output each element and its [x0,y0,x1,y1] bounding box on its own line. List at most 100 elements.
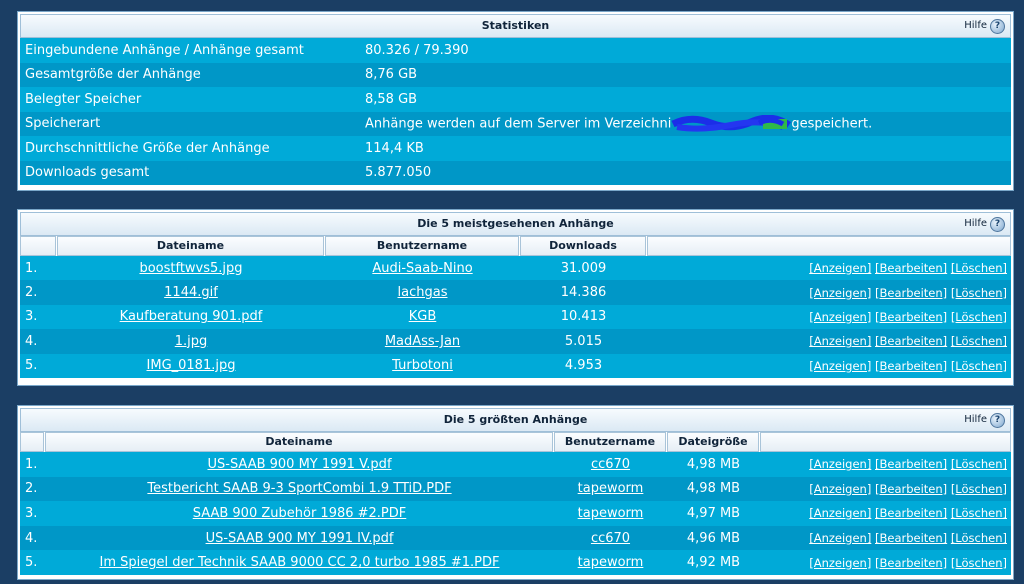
edit-link[interactable]: [Bearbeiten] [875,261,947,275]
view-link[interactable]: [Anzeigen] [809,359,871,373]
help-link[interactable]: Hilfe ? [964,409,1005,431]
username-link[interactable]: tapeworm [578,506,644,521]
filename-link[interactable]: Kaufberatung 901.pdf [120,309,263,324]
username-link[interactable]: lachgas [398,285,448,300]
username-link[interactable]: Turbotoni [392,358,453,373]
edit-link[interactable]: [Bearbeiten] [875,359,947,373]
view-link[interactable]: [Anzeigen] [809,334,871,348]
edit-link[interactable]: [Bearbeiten] [875,531,947,545]
filename-cell: Im Spiegel der Technik SAAB 9000 CC 2,0 … [45,555,554,570]
value-cell: 4,98 MB [686,456,741,472]
view-link[interactable]: [Anzeigen] [809,482,871,496]
filename-link[interactable]: SAAB 900 Zubehör 1986 #2.PDF [193,506,407,521]
column-header-filename[interactable]: Dateiname [57,236,324,256]
largest-header: Die 5 größten Anhänge Hilfe ? [20,408,1011,432]
stat-row: Eingebundene Anhänge / Anhänge gesamt 80… [20,38,1011,63]
filename-link[interactable]: 1.jpg [175,334,208,349]
view-link[interactable]: [Anzeigen] [809,506,871,520]
column-header-actions [760,432,1011,452]
help-link[interactable]: Hilfe ? [964,15,1005,37]
filename-link[interactable]: IMG_0181.jpg [147,358,236,373]
delete-link[interactable]: [Löschen] [951,506,1007,520]
column-header-downloads[interactable]: Downloads [520,236,646,256]
value-cell: 5.015 [564,333,603,349]
row-number: 3. [25,505,38,521]
filename-link[interactable]: 1144.gif [164,285,218,300]
edit-link[interactable]: [Bearbeiten] [875,457,947,471]
most-viewed-panel: Die 5 meistgesehenen Anhänge Hilfe ? Dat… [17,209,1014,386]
row-actions: [Anzeigen] [Bearbeiten] [Löschen] [760,531,1011,545]
statistics-panel: Statistiken Hilfe ? Eingebundene Anhänge… [17,11,1014,191]
stat-label: Belegter Speicher [25,91,142,107]
column-header-filesize[interactable]: Dateigröße [667,432,759,452]
username-link[interactable]: tapeworm [578,481,644,496]
value-cell: 4.953 [564,358,603,374]
filename-link[interactable]: Testbericht SAAB 9-3 SportCombi 1.9 TTiD… [147,481,451,496]
delete-link[interactable]: [Löschen] [951,286,1007,300]
username-link[interactable]: cc670 [591,531,630,546]
username-cell: Turbotoni [325,358,520,373]
username-link[interactable]: Audi-Saab-Nino [372,261,472,276]
edit-link[interactable]: [Bearbeiten] [875,334,947,348]
view-link[interactable]: [Anzeigen] [809,286,871,300]
row-number: 5. [25,555,38,571]
stat-label: Eingebundene Anhänge / Anhänge gesamt [25,42,304,58]
username-cell: tapeworm [554,506,667,521]
delete-link[interactable]: [Löschen] [951,482,1007,496]
delete-link[interactable]: [Löschen] [951,310,1007,324]
largest-panel: Die 5 größten Anhänge Hilfe ? Dateiname … [17,405,1014,580]
view-link[interactable]: [Anzeigen] [809,531,871,545]
row-actions: [Anzeigen] [Bearbeiten] [Löschen] [760,556,1011,570]
value-cell: 10.413 [560,309,607,325]
row-number: 1. [25,260,38,276]
column-header-filename[interactable]: Dateiname [45,432,553,452]
filename-cell: Kaufberatung 901.pdf [57,309,325,324]
stat-value: 114,4 KB [365,140,424,156]
delete-link[interactable]: [Löschen] [951,261,1007,275]
delete-link[interactable]: [Löschen] [951,556,1007,570]
column-header-username[interactable]: Benutzername [325,236,519,256]
edit-link[interactable]: [Bearbeiten] [875,286,947,300]
filename-link[interactable]: US-SAAB 900 MY 1991 IV.pdf [206,531,394,546]
column-header-username[interactable]: Benutzername [554,432,666,452]
most-viewed-header: Die 5 meistgesehenen Anhänge Hilfe ? [20,212,1011,236]
filename-link[interactable]: boostftwvs5.jpg [139,261,242,276]
table-row: 4. 1.jpg MadAss-Jan 5.015 [Anzeigen] [Bearbe… [20,329,1011,354]
delete-link[interactable]: [Löschen] [951,359,1007,373]
row-number: 2. [25,285,38,301]
username-link[interactable]: MadAss-Jan [385,334,460,349]
row-number: 2. [25,481,38,497]
view-link[interactable]: [Anzeigen] [809,261,871,275]
table-row: 1. US-SAAB 900 MY 1991 V.pdf cc670 4,98 MB [… [20,452,1011,477]
column-header-index [20,236,56,256]
question-mark-icon: ? [990,412,1005,428]
username-link[interactable]: tapeworm [578,555,644,570]
row-number: 3. [25,309,38,325]
row-actions: [Anzeigen] [Bearbeiten] [Löschen] [760,457,1011,471]
username-link[interactable]: KGB [409,309,437,324]
table-row: 3. Kaufberatung 901.pdf KGB 10.413 [Anzeigen… [20,304,1011,330]
filename-link[interactable]: Im Spiegel der Technik SAAB 9000 CC 2,0 … [100,555,500,570]
delete-link[interactable]: [Löschen] [951,531,1007,545]
row-number: 4. [25,530,38,546]
filename-cell: SAAB 900 Zubehör 1986 #2.PDF [45,506,554,521]
row-number: 5. [25,358,38,374]
edit-link[interactable]: [Bearbeiten] [875,310,947,324]
username-link[interactable]: cc670 [591,457,630,472]
question-mark-icon: ? [990,18,1005,34]
view-link[interactable]: [Anzeigen] [809,310,871,324]
row-actions: [Anzeigen] [Bearbeiten] [Löschen] [760,506,1011,520]
edit-link[interactable]: [Bearbeiten] [875,506,947,520]
view-link[interactable]: [Anzeigen] [809,556,871,570]
redaction-scribble [671,114,792,132]
filename-cell: IMG_0181.jpg [57,358,325,373]
column-header-row: Dateiname Benutzername Downloads [20,236,1011,256]
view-link[interactable]: [Anzeigen] [809,457,871,471]
edit-link[interactable]: [Bearbeiten] [875,482,947,496]
username-cell: KGB [325,309,520,324]
delete-link[interactable]: [Löschen] [951,334,1007,348]
help-link[interactable]: Hilfe ? [964,213,1005,235]
delete-link[interactable]: [Löschen] [951,457,1007,471]
filename-link[interactable]: US-SAAB 900 MY 1991 V.pdf [207,457,391,472]
edit-link[interactable]: [Bearbeiten] [875,556,947,570]
